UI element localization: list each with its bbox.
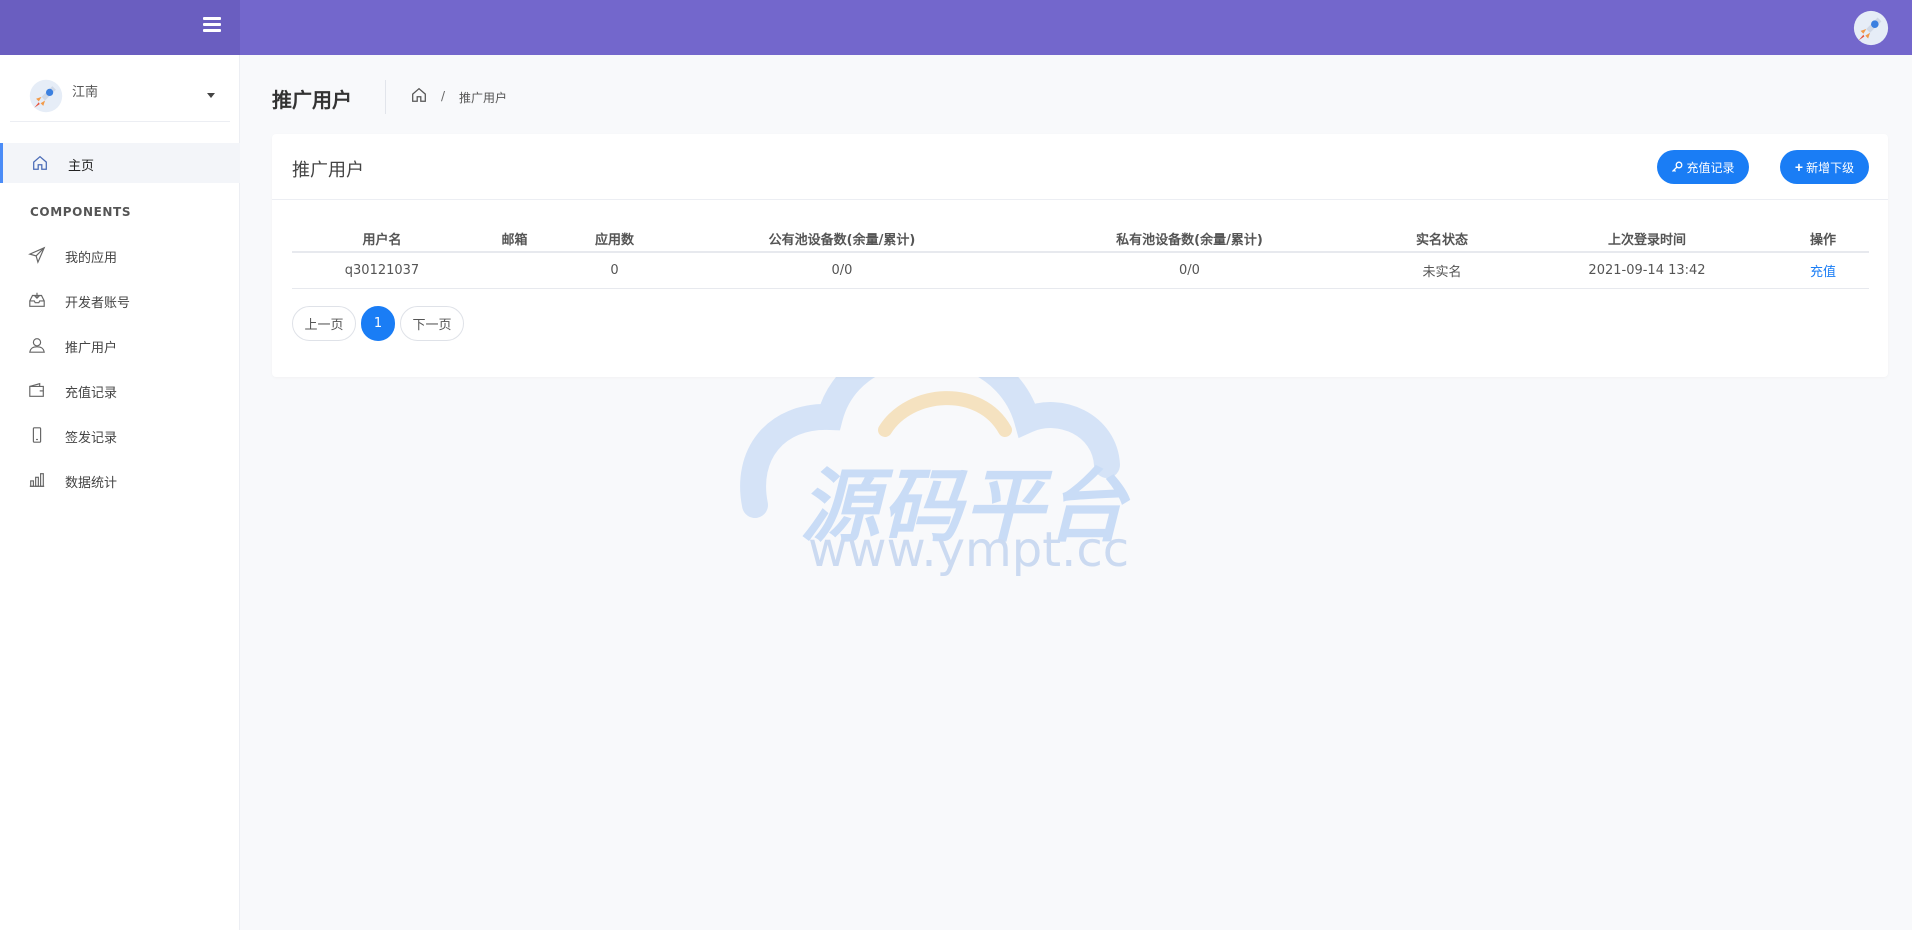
next-page-button[interactable]: 下一页	[400, 306, 464, 341]
prev-page-button[interactable]: 上一页	[292, 306, 356, 341]
sidebar-item-label: 数据统计	[65, 476, 118, 491]
recharge-records-button[interactable]: 充值记录	[1657, 150, 1749, 184]
sidebar-item-label: 开发者账号	[65, 296, 131, 311]
recharge-records-button-label: 充值记录	[1686, 160, 1735, 175]
cell-last-login: 2021-09-14 13:42	[1517, 252, 1777, 289]
cell-username: q30121037	[292, 252, 472, 289]
users-table: 用户名 邮箱 应用数 公有池设备数(余量/累计) 私有池设备数(余量/累计) 实…	[292, 225, 1869, 289]
breadcrumb-separator: /	[441, 89, 446, 103]
column-header-last-login: 上次登录时间	[1517, 225, 1777, 253]
user-avatar-icon	[29, 79, 63, 113]
sidebar-item-signing-records[interactable]: 签发记录	[0, 415, 240, 455]
sidebar-item-home[interactable]: 主页	[0, 143, 240, 183]
column-header-email: 邮箱	[472, 225, 557, 253]
sidebar-item-my-apps[interactable]: 我的应用	[0, 235, 240, 275]
sidebar-item-label: 签发记录	[65, 431, 118, 446]
wallet-icon	[29, 382, 44, 397]
key-icon	[1672, 161, 1683, 172]
send-icon	[28, 246, 46, 264]
card-header: 推广用户 充值记录 + 新增下级	[272, 134, 1888, 200]
cell-private-pool: 0/0	[1012, 252, 1367, 289]
breadcrumb-current: 推广用户	[459, 91, 508, 105]
menu-toggle-icon[interactable]	[203, 17, 221, 35]
top-avatar-icon[interactable]	[1852, 9, 1890, 47]
home-icon	[33, 155, 47, 170]
recharge-link[interactable]: 充值	[1810, 265, 1836, 280]
plus-icon: +	[1794, 159, 1804, 175]
sidebar-item-label: 推广用户	[65, 341, 118, 356]
page-title: 推广用户	[272, 88, 352, 112]
inbox-icon	[29, 292, 45, 307]
column-header-app-count: 应用数	[557, 225, 672, 253]
column-header-private-pool: 私有池设备数(余量/累计)	[1012, 225, 1367, 253]
sidebar-item-label: 我的应用	[65, 251, 118, 266]
cell-public-pool: 0/0	[672, 252, 1012, 289]
page-number-button[interactable]: 1	[361, 306, 395, 341]
sidebar: 江南 主页 COMPONENTS 我的应用 开发者账号 推广用户 充值记录 签发…	[0, 55, 240, 930]
column-header-username: 用户名	[292, 225, 472, 253]
user-name: 江南	[72, 85, 99, 100]
table-row: q30121037 0 0/0 0/0 未实名 2021-09-14 13:42…	[292, 252, 1869, 289]
sidebar-item-statistics[interactable]: 数据统计	[0, 460, 240, 500]
user-box: 江南	[10, 65, 230, 122]
cell-verification: 未实名	[1367, 252, 1517, 289]
column-header-public-pool: 公有池设备数(余量/累计)	[672, 225, 1012, 253]
column-header-actions: 操作	[1777, 225, 1869, 253]
user-dropdown-caret-icon[interactable]	[207, 93, 215, 98]
bar-chart-icon	[29, 473, 45, 487]
cell-app-count: 0	[557, 252, 672, 289]
add-subordinate-button[interactable]: + 新增下级	[1780, 150, 1869, 184]
sidebar-item-recharge-records[interactable]: 充值记录	[0, 370, 240, 410]
sidebar-item-developer-account[interactable]: 开发者账号	[0, 280, 240, 320]
top-bar	[0, 0, 1912, 55]
user-icon	[29, 338, 45, 353]
breadcrumb-home-icon[interactable]	[410, 86, 428, 104]
phone-icon	[32, 427, 42, 443]
cell-actions: 充值	[1777, 252, 1869, 289]
title-divider	[385, 80, 386, 114]
sidebar-item-promoted-users[interactable]: 推广用户	[0, 325, 240, 365]
watermark-url: www.ympt.cc	[808, 522, 1130, 578]
column-header-verification: 实名状态	[1367, 225, 1517, 253]
cell-email	[472, 252, 557, 289]
card-title: 推广用户	[292, 160, 364, 181]
sidebar-item-label: 充值记录	[65, 386, 118, 401]
promoted-users-card: 推广用户 充值记录 + 新增下级 用户名 邮箱 应用数 公有池设备数(余量/累计…	[272, 134, 1888, 377]
table-header-row: 用户名 邮箱 应用数 公有池设备数(余量/累计) 私有池设备数(余量/累计) 实…	[292, 225, 1869, 253]
sidebar-section-title: COMPONENTS	[30, 205, 132, 219]
sidebar-item-label: 主页	[68, 159, 95, 174]
add-subordinate-button-label: 新增下级	[1806, 160, 1855, 175]
